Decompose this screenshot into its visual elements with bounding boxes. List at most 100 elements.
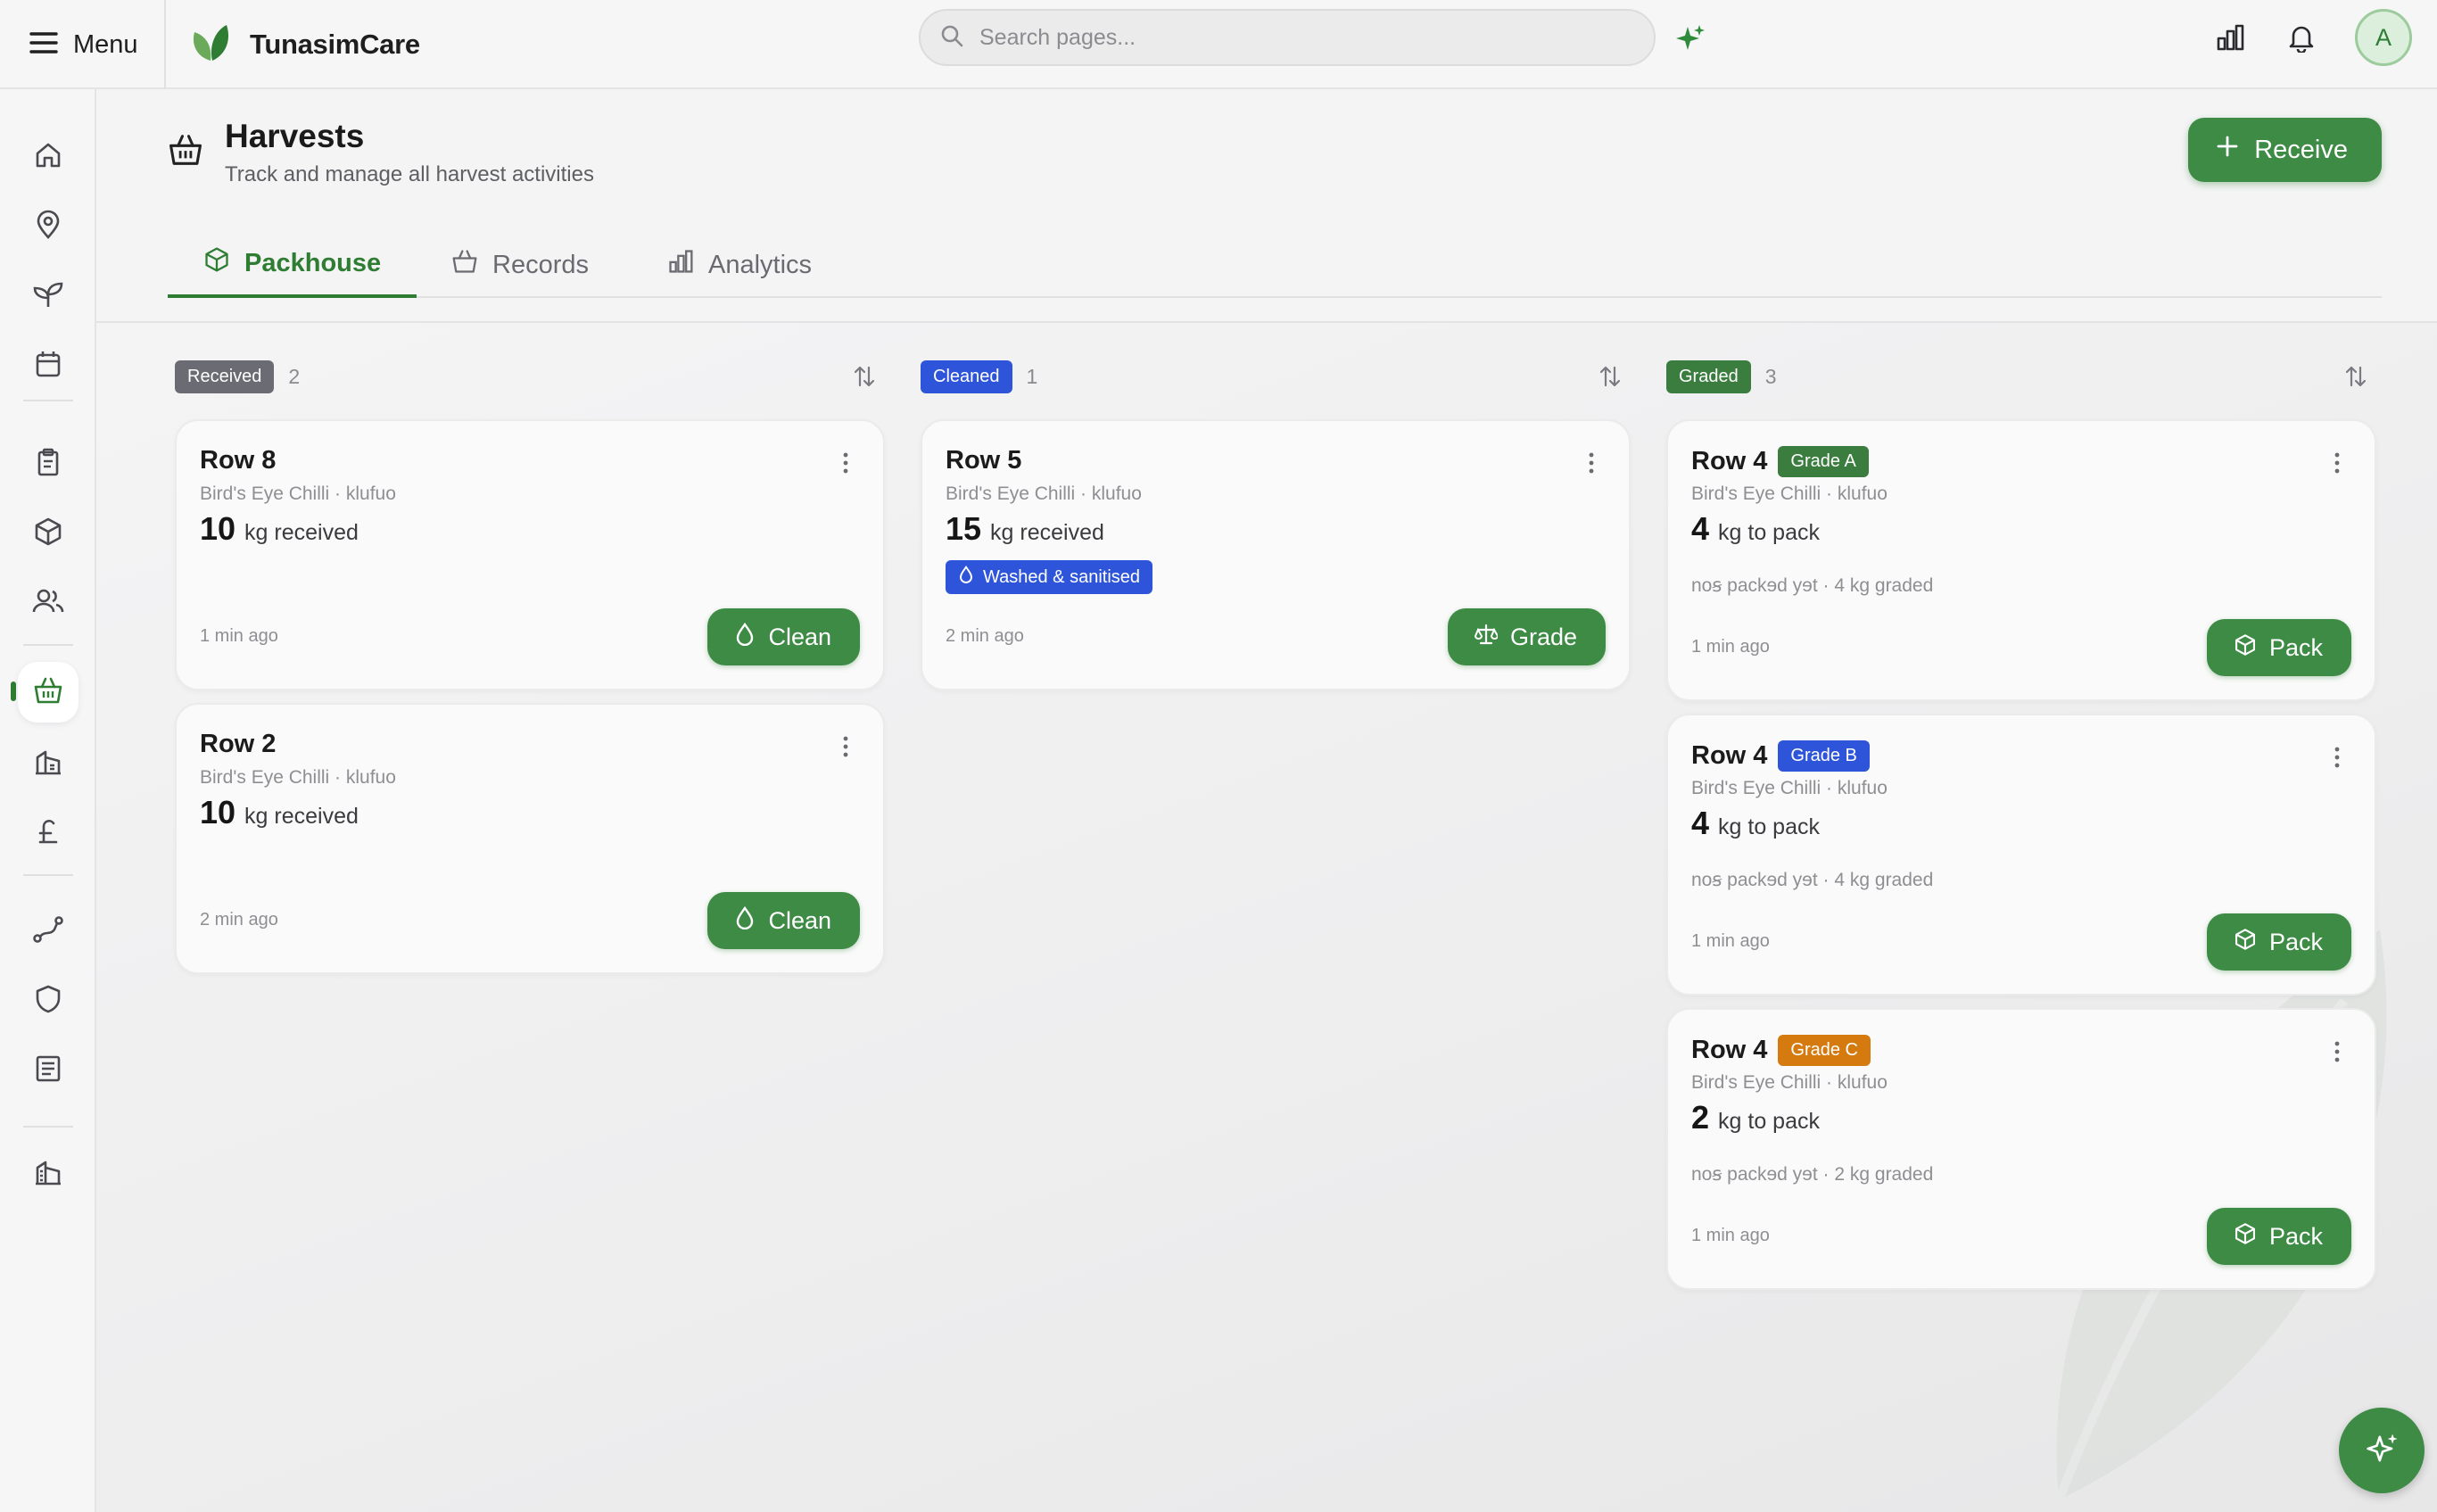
analytics-bar-icon[interactable]: [2212, 20, 2248, 55]
route-icon: [32, 914, 64, 949]
sort-icon[interactable]: [1599, 364, 1622, 393]
column-cleaned: Cleaned 1 Row 5 Bird's Eye Chilli · kluf…: [921, 359, 1631, 690]
card-title: Row 5: [946, 446, 1021, 475]
quantity-value: 4: [1691, 805, 1710, 841]
menu-label: Menu: [73, 29, 138, 59]
search-bar[interactable]: [919, 9, 1656, 66]
receive-button[interactable]: Receive: [2188, 118, 2382, 182]
sidebar-item-inventory[interactable]: [18, 503, 78, 564]
washed-chip: Washed & sanitised: [946, 560, 1153, 594]
sprout-icon: [32, 279, 64, 314]
kanban-board: Received 2 Row 8 Bird's Eye Chilli · klu…: [96, 323, 2437, 1512]
ai-assistant-button[interactable]: [2339, 1408, 2425, 1493]
shield-icon: [33, 984, 63, 1019]
bell-icon[interactable]: [2284, 20, 2319, 55]
quantity: 4 kg to pack: [1691, 510, 1820, 548]
sidebar-item-home[interactable]: [18, 127, 78, 187]
tab-records[interactable]: Records: [451, 232, 589, 298]
sidebar-item-team[interactable]: [18, 573, 78, 633]
sidebar-item-locations[interactable]: [18, 196, 78, 257]
calendar-icon: [33, 349, 63, 384]
quantity-value: 4: [1691, 510, 1710, 547]
bar-chart-icon: [667, 248, 694, 282]
column-graded: Graded 3 Row 4 Grade A Bird's Eye Chilli…: [1666, 359, 2376, 1290]
quantity-unit: kg received: [990, 520, 1104, 545]
receive-label: Receive: [2254, 135, 2348, 164]
quantity-unit: kg received: [244, 520, 359, 545]
pack-button[interactable]: Pack: [2206, 1208, 2351, 1265]
menu-button[interactable]: Menu: [29, 20, 138, 70]
leaf-logo-icon: [189, 23, 234, 67]
clean-button[interactable]: Clean: [707, 608, 860, 665]
chip-label: Washed & sanitised: [983, 566, 1141, 587]
package-icon: [203, 246, 230, 280]
tab-packhouse[interactable]: Packhouse: [168, 232, 417, 298]
timestamp: 2 min ago: [946, 626, 1024, 646]
more-options-icon[interactable]: [2334, 746, 2341, 773]
crop-info: Bird's Eye Chilli · klufuo: [946, 483, 1142, 504]
sidebar-item-calendar[interactable]: [18, 335, 78, 396]
tab-analytics[interactable]: Analytics: [667, 232, 812, 298]
sidebar-item-compliance[interactable]: [18, 971, 78, 1031]
sidebar-item-facilities[interactable]: [18, 733, 78, 794]
quantity: 10 kg received: [200, 794, 359, 831]
sidebar-divider: [23, 400, 73, 401]
grade-badge: Grade A: [1778, 446, 1869, 477]
sidebar-item-finance[interactable]: [18, 803, 78, 863]
more-options-icon[interactable]: [1588, 451, 1595, 479]
harvest-card[interactable]: Row 4 Grade C Bird's Eye Chilli · klufuo…: [1666, 1008, 2376, 1290]
timestamp: 1 min ago: [200, 626, 278, 646]
users-icon: [32, 586, 64, 621]
clipboard-icon: [33, 447, 63, 482]
more-options-icon[interactable]: [842, 451, 849, 479]
page-title: Harvests: [225, 118, 365, 154]
quantity-unit: kg to pack: [1718, 814, 1820, 839]
basket-icon: [451, 248, 478, 282]
harvest-card[interactable]: Row 8 Bird's Eye Chilli · klufuo 10 kg re…: [175, 419, 885, 690]
sidebar-item-reports[interactable]: [18, 1040, 78, 1101]
row-label: Row 4: [1691, 741, 1768, 770]
droplet-icon: [734, 905, 756, 936]
droplet-icon: [958, 566, 974, 589]
search-input[interactable]: [979, 24, 1604, 51]
ai-sparkle-icon[interactable]: [1672, 21, 1707, 57]
action-label: Grade: [1509, 623, 1577, 650]
sidebar-item-tasks[interactable]: [18, 434, 78, 494]
action-label: Pack: [2268, 1222, 2323, 1250]
grade-button[interactable]: Grade: [1447, 608, 1606, 665]
status-badge: Graded: [1666, 359, 1751, 393]
timestamp: 2 min ago: [200, 910, 278, 930]
harvest-basket-icon: [33, 675, 63, 710]
quantity-value: 10: [200, 794, 236, 830]
pack-status-note: noꞩ packɘd yɘt · 4 kg graded: [1691, 575, 1934, 596]
clean-button[interactable]: Clean: [707, 892, 860, 949]
sidebar-divider: [23, 1126, 73, 1128]
harvest-card[interactable]: Row 4 Grade B Bird's Eye Chilli · klufuo…: [1666, 714, 2376, 996]
sidebar-item-traceability[interactable]: [18, 901, 78, 962]
sidebar-item-organisation[interactable]: [18, 1144, 78, 1204]
card-title: Row 4 Grade A: [1691, 446, 1869, 477]
column-count: 2: [288, 364, 301, 388]
avatar[interactable]: A: [2355, 9, 2412, 66]
more-options-icon[interactable]: [842, 735, 849, 763]
harvest-card[interactable]: Row 4 Grade A Bird's Eye Chilli · klufuo…: [1666, 419, 2376, 701]
sort-icon[interactable]: [853, 364, 876, 393]
sidebar-item-crops[interactable]: [18, 266, 78, 326]
brand[interactable]: TunasimCare: [189, 16, 420, 73]
quantity-unit: kg to pack: [1718, 1109, 1820, 1134]
row-label: Row 4: [1691, 1036, 1768, 1064]
sidebar-divider: [23, 874, 73, 876]
more-options-icon[interactable]: [2334, 1040, 2341, 1068]
pack-button[interactable]: Pack: [2206, 913, 2351, 971]
pack-button[interactable]: Pack: [2206, 619, 2351, 676]
harvest-card[interactable]: Row 2 Bird's Eye Chilli · klufuo 10 kg re…: [175, 703, 885, 974]
sidebar-item-harvests[interactable]: [18, 662, 78, 723]
column-count: 3: [1764, 364, 1777, 388]
action-label: Clean: [768, 623, 831, 650]
package-icon: [2234, 928, 2257, 957]
package-icon: [2234, 1222, 2257, 1252]
more-options-icon[interactable]: [2334, 451, 2341, 479]
harvest-card[interactable]: Row 5 Bird's Eye Chilli · klufuo 15 kg re…: [921, 419, 1631, 690]
sort-icon[interactable]: [2344, 364, 2367, 393]
active-indicator: [11, 682, 16, 701]
